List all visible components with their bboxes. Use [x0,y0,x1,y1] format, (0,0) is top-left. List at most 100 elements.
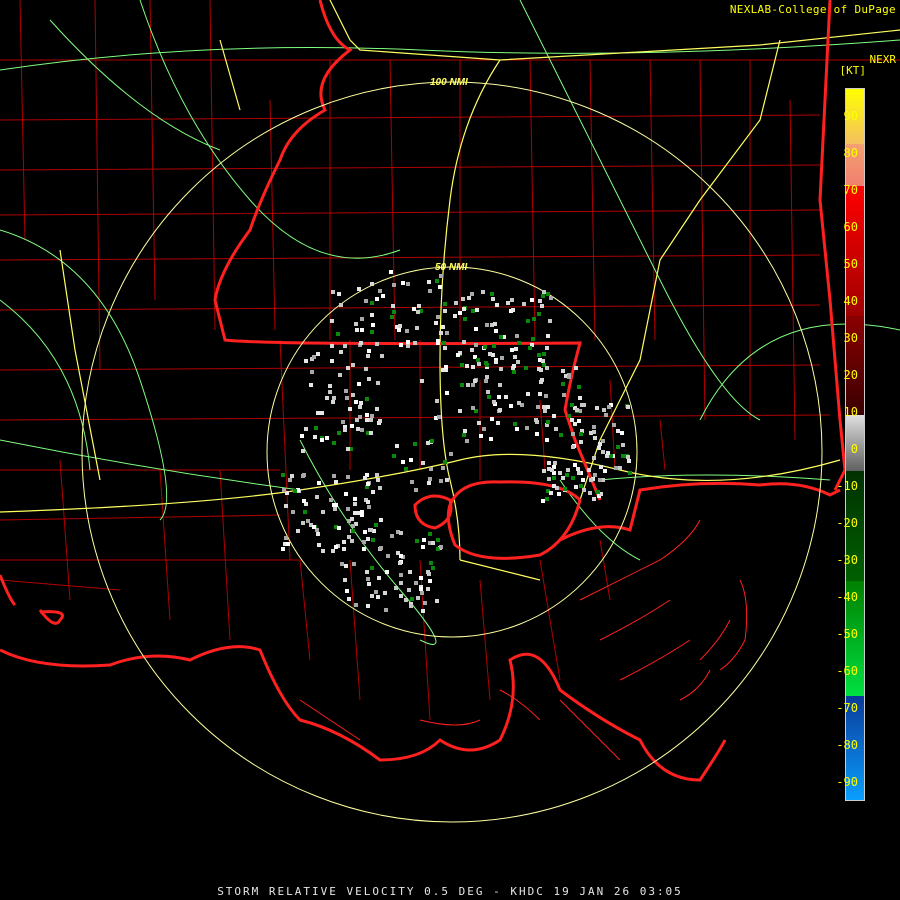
radar-return-pixel [526,392,530,396]
radar-return-pixel [496,421,500,425]
radar-return-pixel [351,393,355,397]
radar-return-pixel [414,581,418,585]
radar-return-pixel [598,478,602,482]
radar-return-pixel [582,488,586,492]
radar-return-pixel [348,407,352,411]
radar-return-pixel [362,547,366,551]
radar-return-pixel [417,304,421,308]
radar-return-pixel [351,363,355,367]
radar-return-pixel [325,436,329,440]
radar-return-pixel [462,307,466,311]
radar-return-pixel [338,373,342,377]
radar-return-pixel [358,405,362,409]
radar-return-pixel [413,442,417,446]
radar-return-pixel [346,507,350,511]
radar-return-pixel [495,303,499,307]
radar-return-pixel [542,469,546,473]
colorbar-tick-label: 20 [843,368,858,382]
radar-return-pixel [374,590,378,594]
radar-return-pixel [549,296,553,300]
radar-return-pixel [593,473,597,477]
colorbar-tick-label: -30 [836,553,858,567]
radar-return-pixel [379,546,383,550]
radar-return-pixel [582,403,586,407]
radar-return-pixel [426,587,430,591]
radar-return-pixel [614,466,618,470]
radar-return-pixel [281,547,285,551]
radar-return-pixel [301,449,305,453]
radar-return-pixel [340,562,344,566]
radar-return-pixel [621,443,625,447]
radar-return-pixel [578,396,582,400]
radar-return-pixel [538,299,542,303]
radar-return-pixel [435,279,439,283]
radar-return-pixel [408,570,412,574]
radar-return-pixel [476,358,480,362]
radar-return-pixel [542,405,546,409]
radar-return-pixel [378,486,382,490]
radar-return-pixel [360,317,364,321]
radar-return-pixel [367,377,371,381]
radar-return-pixel [371,490,375,494]
radar-return-pixel [627,459,631,463]
radar-return-pixel [456,353,460,357]
radar-return-pixel [516,360,520,364]
radar-return-pixel [477,421,481,425]
radar-return-pixel [330,319,334,323]
colorbar-tick-label: -90 [836,775,858,789]
radar-return-pixel [329,498,333,502]
radar-return-pixel [524,366,528,370]
radar-return-pixel [376,478,380,482]
radar-return-pixel [486,390,490,394]
radar-return-pixel [444,365,448,369]
radar-return-pixel [328,384,332,388]
radar-return-pixel [513,355,517,359]
radar-return-pixel [303,510,307,514]
radar-return-pixel [443,460,447,464]
radar-return-pixel [344,492,348,496]
radar-return-pixel [596,490,600,494]
radar-return-pixel [471,383,475,387]
radar-return-pixel [357,287,361,291]
radar-return-pixel [628,471,632,475]
radar-return-pixel [395,444,399,448]
radar-return-pixel [414,488,418,492]
radar-return-pixel [607,405,611,409]
radar-return-pixel [370,330,374,334]
radar-return-pixel [367,505,371,509]
radar-return-pixel [606,451,610,455]
radar-return-pixel [366,604,370,608]
radar-return-pixel [553,461,557,465]
radar-return-pixel [574,366,578,370]
radar-return-pixel [445,478,449,482]
radar-return-pixel [559,433,563,437]
radar-return-pixel [377,576,381,580]
radar-return-pixel [618,466,622,470]
radar-return-pixel [577,385,581,389]
radar-return-pixel [360,513,364,517]
radar-return-pixel [616,445,620,449]
colorbar-tick-label: 90 [843,109,858,123]
colorbar-tick-label: -40 [836,590,858,604]
radar-return-pixel [331,290,335,294]
radar-return-pixel [346,366,350,370]
radar-return-pixel [471,406,475,410]
radar-return-pixel [336,332,340,336]
radar-return-pixel [581,478,585,482]
radar-return-pixel [570,418,574,422]
colorbar-tick-label: -50 [836,627,858,641]
colorbar-tick-label: 10 [843,405,858,419]
colorbar-tick-label: -70 [836,701,858,715]
radar-return-pixel [485,363,489,367]
radar-return-pixel [347,597,351,601]
radar-return-pixel [467,296,471,300]
radar-return-pixel [341,420,345,424]
colorbar-tick-label: 0 [850,442,858,456]
radar-return-pixel [473,379,477,383]
radar-return-pixel [301,521,305,525]
radar-return-pixel [334,545,338,549]
radar-return-pixel [561,476,565,480]
radar-return-pixel [474,343,478,347]
radar-return-pixel [406,344,410,348]
radar-return-pixel [541,499,545,503]
